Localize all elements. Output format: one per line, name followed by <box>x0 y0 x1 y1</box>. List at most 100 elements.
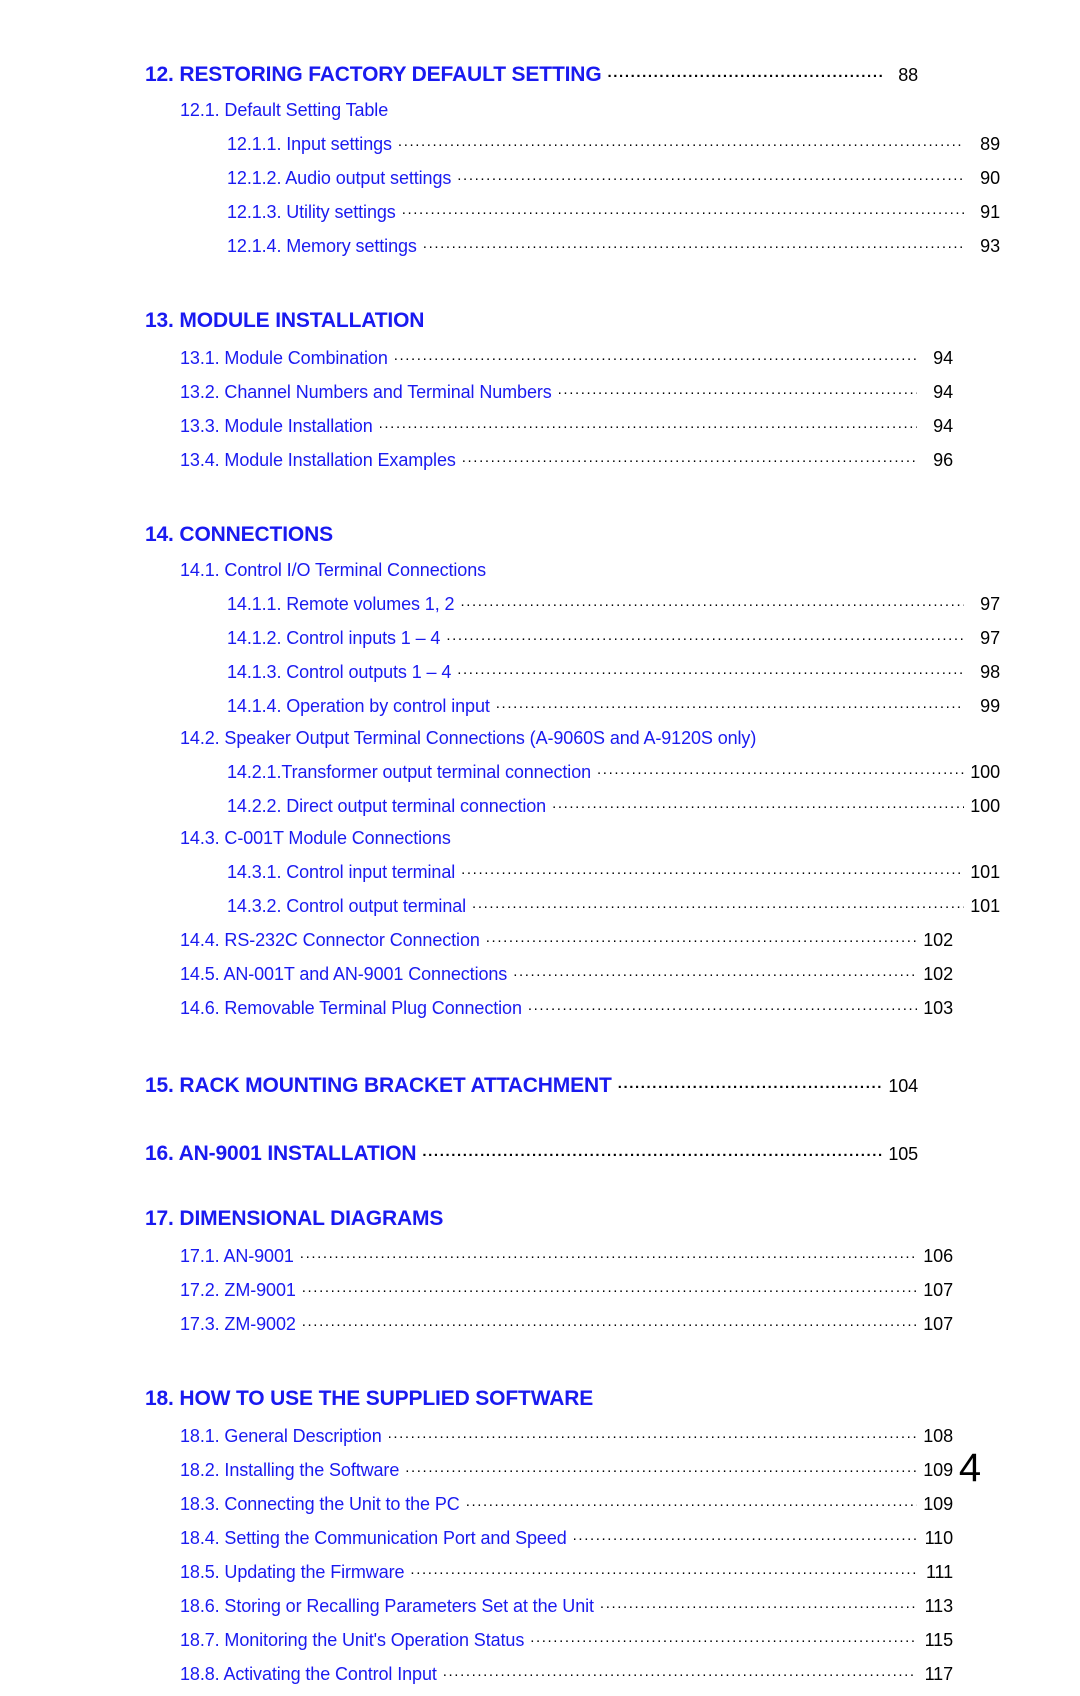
toc-entry[interactable]: 14.1.3. Control outputs 1 – 4 98 <box>227 660 1000 683</box>
toc-entry-label: 18.7. Monitoring the Unit's Operation St… <box>180 1630 525 1650</box>
toc-entry-label: 14.1.4. Operation by control input <box>227 696 490 716</box>
toc-entry-label: 16. AN-9001 INSTALLATION <box>145 1142 417 1165</box>
dot-leader <box>461 860 964 878</box>
dot-leader <box>402 200 964 218</box>
toc-entry-page-number: 104 <box>888 1076 918 1096</box>
toc-entry[interactable]: 18.1. General Description 108 <box>180 1424 953 1447</box>
toc-entry-label: 14.3. C-001T Module Connections <box>180 828 451 848</box>
dot-leader <box>466 1492 917 1510</box>
toc-entry[interactable]: 14.1.4. Operation by control input 99 <box>227 694 1000 717</box>
toc-entry-page-number: 94 <box>933 416 953 436</box>
toc-heading-sec-17[interactable]: 17. DIMENSIONAL DIAGRAMS <box>145 1207 918 1231</box>
toc-entry[interactable]: 18.6. Storing or Recalling Parameters Se… <box>180 1594 953 1617</box>
dot-leader <box>460 592 964 610</box>
toc-entry-label: 17.1. AN-9001 <box>180 1246 294 1266</box>
toc-section-sec-14: 14. CONNECTIONS 14.1. Control I/O Termina… <box>145 523 1000 1019</box>
toc-entry[interactable]: 12.1.4. Memory settings 93 <box>227 234 1000 257</box>
toc-entry-label: 14. CONNECTIONS <box>145 523 333 546</box>
toc-entry-page-number: 97 <box>980 594 1000 614</box>
toc-entry-page-number: 99 <box>980 696 1000 716</box>
toc-entry-label: 18.1. General Description <box>180 1426 382 1446</box>
dot-leader <box>600 1594 917 1612</box>
toc-heading-sec-12[interactable]: 12. RESTORING FACTORY DEFAULT SETTING 88 <box>145 60 918 87</box>
toc-entry-page-number: 113 <box>924 1596 954 1616</box>
toc-entry[interactable]: 18.3. Connecting the Unit to the PC 109 <box>180 1492 953 1515</box>
toc-entry[interactable]: 18.8. Activating the Control Input 117 <box>180 1662 953 1685</box>
toc-entry[interactable]: 12.1.3. Utility settings 91 <box>227 200 1000 223</box>
toc-entry-label: 14.3.1. Control input terminal <box>227 862 456 882</box>
dot-leader <box>410 1560 917 1578</box>
toc-entry[interactable]: 14.2.1.Transformer output terminal conne… <box>227 760 1000 783</box>
dot-leader <box>379 414 917 432</box>
toc-entry[interactable]: 13.2. Channel Numbers and Terminal Numbe… <box>180 380 953 403</box>
toc-heading-sec-18[interactable]: 18. HOW TO USE THE SUPPLIED SOFTWARE <box>145 1387 918 1411</box>
toc-entry[interactable]: 17.2. ZM-9001 107 <box>180 1278 953 1301</box>
toc-entry-label: 12. RESTORING FACTORY DEFAULT SETTING <box>145 63 602 86</box>
toc-entry-label: 18.4. Setting the Communication Port and… <box>180 1528 567 1548</box>
toc-entry[interactable]: 18.4. Setting the Communication Port and… <box>180 1526 953 1549</box>
toc-entry[interactable]: 14.5. AN-001T and AN-9001 Connections 102 <box>180 962 953 985</box>
toc-entry-page-number: 111 <box>925 1562 953 1582</box>
toc-entry-page-number: 98 <box>980 662 1000 682</box>
dot-leader <box>486 928 917 946</box>
toc-entry[interactable]: 18.7. Monitoring the Unit's Operation St… <box>180 1628 953 1651</box>
toc-entry-label: 14.5. AN-001T and AN-9001 Connections <box>180 964 508 984</box>
toc-entry-label: 14.3.2. Control output terminal <box>227 896 467 916</box>
dot-leader <box>300 1244 917 1262</box>
dot-leader <box>552 794 964 812</box>
toc-entry[interactable]: 14.1.1. Remote volumes 1, 2 97 <box>227 592 1000 615</box>
toc-entry-label: 13.1. Module Combination <box>180 348 388 368</box>
dot-leader <box>457 166 964 184</box>
toc-entry[interactable]: 12.1. Default Setting Table <box>180 100 953 121</box>
toc-entry[interactable]: 14.3.2. Control output terminal 101 <box>227 894 1000 917</box>
toc-entry[interactable]: 14.1.2. Control inputs 1 – 4 97 <box>227 626 1000 649</box>
toc-heading-sec-14[interactable]: 14. CONNECTIONS <box>145 523 918 547</box>
toc-entry[interactable]: 18.2. Installing the Software109 <box>180 1458 953 1481</box>
toc-heading-sec-15[interactable]: 15. RACK MOUNTING BRACKET ATTACHMENT 104 <box>145 1071 918 1098</box>
toc-entry-page-number: 101 <box>970 862 1000 882</box>
toc-entry[interactable]: 13.4. Module Installation Examples 96 <box>180 448 953 471</box>
toc-entry[interactable]: 13.1. Module Combination 94 <box>180 346 953 369</box>
toc-entry[interactable]: 14.6. Removable Terminal Plug Connection… <box>180 996 953 1019</box>
dot-leader <box>398 132 964 150</box>
toc-heading-sec-13[interactable]: 13. MODULE INSTALLATION <box>145 309 918 333</box>
toc-entry[interactable]: 14.3. C-001T Module Connections <box>180 828 953 849</box>
toc-entry-page-number: 109 <box>923 1494 953 1514</box>
toc-entry-page-number: 107 <box>923 1314 953 1334</box>
toc-entry[interactable]: 14.1. Control I/O Terminal Connections <box>180 560 953 581</box>
table-of-contents: 12. RESTORING FACTORY DEFAULT SETTING881… <box>145 60 1000 1696</box>
toc-entry-page-number: 94 <box>933 348 953 368</box>
toc-entry[interactable]: 14.2. Speaker Output Terminal Connection… <box>180 728 953 749</box>
toc-entry-page-number: 96 <box>933 450 953 470</box>
toc-entry[interactable]: 14.2.2. Direct output terminal connectio… <box>227 794 1000 817</box>
toc-entry[interactable]: 12.1.2. Audio output settings 90 <box>227 166 1000 189</box>
toc-entry[interactable]: 14.4. RS-232C Connector Connection 102 <box>180 928 953 951</box>
dot-leader <box>530 1628 917 1646</box>
dot-leader <box>608 60 882 81</box>
toc-entry[interactable]: 17.1. AN-9001 106 <box>180 1244 953 1267</box>
toc-entry-label: 15. RACK MOUNTING BRACKET ATTACHMENT <box>145 1074 612 1097</box>
toc-entry-page-number: 103 <box>923 998 953 1018</box>
toc-heading-sec-16[interactable]: 16. AN-9001 INSTALLATION 105 <box>145 1139 918 1166</box>
toc-entry[interactable]: 12.1.1. Input settings 89 <box>227 132 1000 155</box>
toc-entry-label: 12.1. Default Setting Table <box>180 100 389 120</box>
toc-entry[interactable]: 13.3. Module Installation 94 <box>180 414 953 437</box>
dot-leader <box>597 760 964 778</box>
dot-leader <box>618 1071 882 1092</box>
toc-entry-label: 14.1.2. Control inputs 1 – 4 <box>227 628 441 648</box>
toc-entry[interactable]: 18.5. Updating the Firmware 111 <box>180 1560 953 1583</box>
toc-entry[interactable]: 17.3. ZM-9002 107 <box>180 1312 953 1335</box>
toc-entry-page-number: 110 <box>924 1528 954 1548</box>
toc-entry-page-number: 89 <box>980 134 1000 154</box>
toc-entry-label: 18. HOW TO USE THE SUPPLIED SOFTWARE <box>145 1387 594 1410</box>
toc-entry[interactable]: 14.3.1. Control input terminal 101 <box>227 860 1000 883</box>
toc-entry-page-number: 105 <box>888 1144 918 1164</box>
toc-entry-label: 14.4. RS-232C Connector Connection <box>180 930 480 950</box>
toc-entry-label: 13.3. Module Installation <box>180 416 373 436</box>
toc-entry-label: 12.1.4. Memory settings <box>227 236 417 256</box>
dot-leader <box>472 894 964 912</box>
toc-section-sec-16: 16. AN-9001 INSTALLATION 105 <box>145 1139 918 1166</box>
toc-entry-page-number: 91 <box>980 202 1000 222</box>
